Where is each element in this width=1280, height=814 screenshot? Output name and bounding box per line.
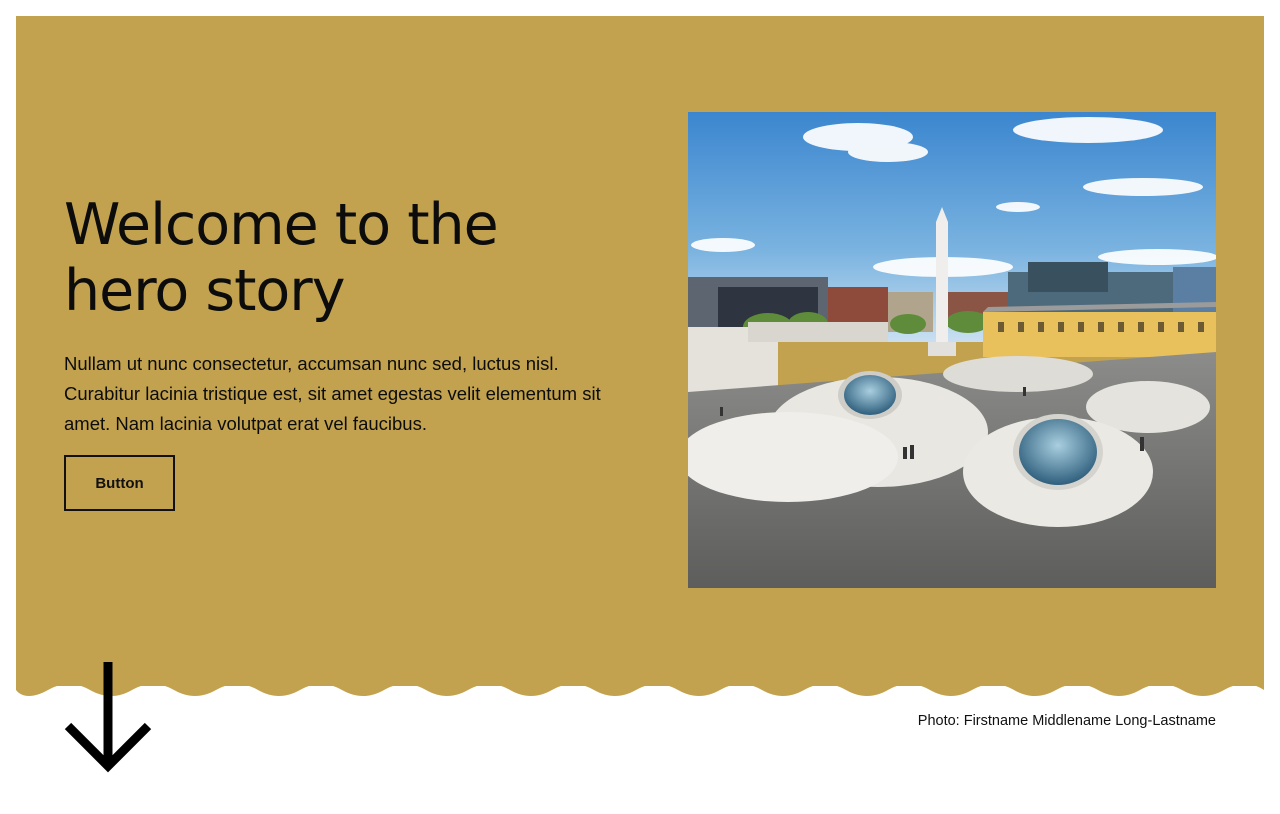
hero-description: Nullam ut nunc consectetur, accumsan nun… xyxy=(64,353,601,434)
hero-photo xyxy=(688,112,1216,588)
hero-title: Welcome to the hero story xyxy=(64,192,499,324)
photo-credit: Photo: Firstname Middlename Long-Lastnam… xyxy=(917,713,1216,729)
hero-section: Welcome to the hero story Nullam ut nunc… xyxy=(16,16,1264,686)
wave-divider xyxy=(16,684,1264,696)
arrow-down-icon[interactable] xyxy=(60,660,156,778)
hero-button[interactable]: Button xyxy=(64,455,175,511)
